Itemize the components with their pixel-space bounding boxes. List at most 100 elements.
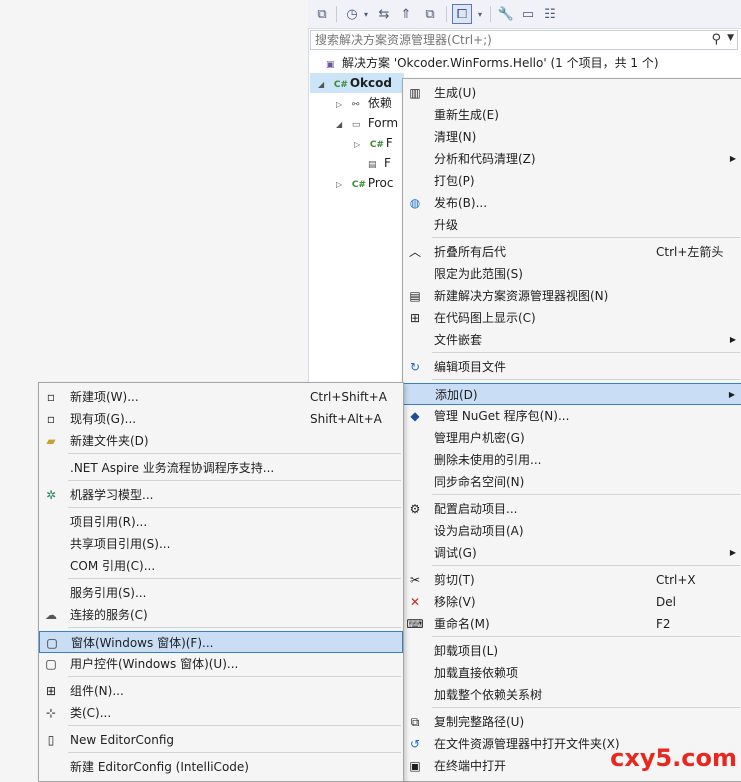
filter-icon[interactable]: ⧠ xyxy=(452,4,472,24)
collapsed-arrow-icon[interactable]: ▷ xyxy=(336,175,348,195)
menu-item[interactable]: ︿ 折叠所有后代 Ctrl+左箭头 xyxy=(403,241,741,263)
menu-item[interactable]: COM 引用(C)... xyxy=(39,555,403,577)
new-folder-icon: ▰ xyxy=(46,434,56,448)
menu-item[interactable]: .NET Aspire 业务流程协调程序支持... xyxy=(39,457,403,479)
dropdown-icon[interactable]: ▾ xyxy=(360,4,372,24)
menu-item-label: 管理 NuGet 程序包(N)... xyxy=(434,409,570,423)
tree-item-form-file[interactable]: ▷ C# F xyxy=(354,133,393,153)
menu-item[interactable]: ▢ 用户控件(Windows 窗体)(U)... xyxy=(39,653,403,675)
collapsed-arrow-icon[interactable]: ▷ xyxy=(336,95,348,115)
menu-item[interactable]: ▤ 新建解决方案资源管理器视图(N) xyxy=(403,285,741,307)
menu-item-label: New EditorConfig xyxy=(70,733,175,747)
menu-item-label: 新建项(W)... xyxy=(70,390,139,404)
menu-item[interactable]: 项目引用(R)... xyxy=(39,511,403,533)
menu-item[interactable]: 加载整个依赖关系树 xyxy=(403,684,741,706)
menu-item-label: 打包(P) xyxy=(434,174,475,188)
expanded-arrow-icon[interactable]: ◢ xyxy=(318,75,330,95)
menu-item[interactable]: 新建 EditorConfig (IntelliCode) xyxy=(39,756,403,778)
toolbar-separator xyxy=(336,6,337,22)
menu-item[interactable]: 添加(D) ▶ xyxy=(403,383,741,405)
class-view-icon[interactable]: ☷ xyxy=(540,4,560,24)
menu-item[interactable]: ▰ 新建文件夹(D) xyxy=(39,430,403,452)
rename-icon: ⌨ xyxy=(406,617,424,631)
csharp-file-icon: C# xyxy=(369,140,384,150)
menu-item[interactable]: 删除未使用的引用... xyxy=(403,449,741,471)
new-item-icon: ▫ xyxy=(46,390,56,404)
menu-item[interactable]: 同步命名空间(N) xyxy=(403,471,741,493)
csharp-project-icon: C# xyxy=(333,80,348,90)
menu-item[interactable]: ▥ 生成(U) xyxy=(403,82,741,104)
menu-item-label: 管理用户机密(G) xyxy=(434,431,525,445)
dropdown-icon[interactable]: ▾ xyxy=(474,4,486,24)
menu-item[interactable]: 共享项目引用(S)... xyxy=(39,533,403,555)
menu-separator xyxy=(68,725,401,726)
menu-item[interactable]: ✂ 剪切(T) Ctrl+X xyxy=(403,569,741,591)
nuget-icon: ◆ xyxy=(410,409,420,423)
menu-separator xyxy=(432,636,740,637)
expanded-arrow-icon[interactable]: ◢ xyxy=(336,115,348,135)
menu-item-label: 清理(N) xyxy=(434,130,477,144)
menu-separator xyxy=(68,453,401,454)
menu-item[interactable]: 清理(N) xyxy=(403,126,741,148)
menu-item[interactable]: 卸载项目(L) xyxy=(403,640,741,662)
menu-item-label: 添加(D) xyxy=(435,388,478,402)
menu-item[interactable]: 升级 xyxy=(403,214,741,236)
menu-item[interactable]: ✕ 移除(V) Del xyxy=(403,591,741,613)
menu-item[interactable]: ☁ 连接的服务(C) xyxy=(39,604,403,626)
menu-item-label: 生成(U) xyxy=(434,86,477,100)
menu-item[interactable]: ⊞ 在代码图上显示(C) xyxy=(403,307,741,329)
menu-item[interactable]: ▢ 窗体(Windows 窗体)(F)... xyxy=(39,631,403,653)
tree-item-forms[interactable]: ◢ ▭ Form xyxy=(336,113,398,133)
menu-item[interactable]: ▫ 现有项(G)... Shift+Alt+A xyxy=(39,408,403,430)
copy-icon[interactable]: ⧉ xyxy=(420,4,440,24)
collapsed-arrow-icon[interactable]: ▷ xyxy=(354,135,366,155)
menu-item[interactable]: 设为启动项目(A) xyxy=(403,520,741,542)
search-icon[interactable]: ⚲ xyxy=(711,32,721,47)
history-icon[interactable]: ◷ xyxy=(342,4,362,24)
menu-separator xyxy=(68,627,401,628)
menu-item[interactable]: 打包(P) xyxy=(403,170,741,192)
search-input[interactable] xyxy=(311,31,699,49)
sync-icon[interactable]: ⇆ xyxy=(374,4,394,24)
search-box[interactable]: ⚲ ▼ xyxy=(310,30,738,50)
menu-item[interactable]: ⊹ 类(C)... xyxy=(39,702,403,724)
tree-item-program[interactable]: ▷ C# Proc xyxy=(336,173,393,193)
chevron-down-icon[interactable]: ▼ xyxy=(727,33,734,43)
menu-item[interactable]: ▫ 新建项(W)... Ctrl+Shift+A xyxy=(39,386,403,408)
menu-item[interactable]: 重新生成(E) xyxy=(403,104,741,126)
menu-item[interactable]: 服务引用(S)... xyxy=(39,582,403,604)
menu-item[interactable]: ◍ 发布(B)... xyxy=(403,192,741,214)
menu-item[interactable]: ⌨ 重命名(M) F2 xyxy=(403,613,741,635)
menu-item[interactable]: ✲ 机器学习模型... xyxy=(39,484,403,506)
wrench-icon[interactable]: 🔧 xyxy=(496,4,516,24)
menu-item-label: 服务引用(S)... xyxy=(70,586,147,600)
solution-node[interactable]: ▣ 解决方案 'Okcoder.WinForms.Hello' (1 个项目，共 … xyxy=(326,53,659,73)
collapse-icon[interactable]: ⇑ xyxy=(396,4,416,24)
menu-item[interactable]: ⊞ 组件(N)... xyxy=(39,680,403,702)
menu-item[interactable]: ⧉ 复制完整路径(U) xyxy=(403,711,741,733)
dependencies-icon: ⚯ xyxy=(351,100,360,110)
project-node[interactable]: ◢ C# Okcod xyxy=(310,73,404,93)
toolbar-separator xyxy=(446,6,447,22)
menu-item[interactable]: ⚙ 配置启动项目... xyxy=(403,498,741,520)
tree-item-dependencies[interactable]: ▷ ⚯ 依赖 xyxy=(336,93,392,113)
vs-icon[interactable]: ⧉ xyxy=(312,4,332,24)
menu-item[interactable]: 调试(G) ▶ xyxy=(403,542,741,564)
menu-item[interactable]: ↻ 编辑项目文件 xyxy=(403,356,741,378)
menu-item[interactable]: ▯ New EditorConfig xyxy=(39,729,403,751)
menu-item[interactable]: ◆ 管理 NuGet 程序包(N)... xyxy=(403,405,741,427)
menu-item-label: 新建 EditorConfig (IntelliCode) xyxy=(70,760,249,774)
menu-item[interactable]: 分析和代码清理(Z) ▶ xyxy=(403,148,741,170)
menu-item[interactable]: 文件嵌套 ▶ xyxy=(403,329,741,351)
minus-icon[interactable]: ▭ xyxy=(518,4,538,24)
menu-item[interactable]: 限定为此范围(S) xyxy=(403,263,741,285)
menu-item-label: 共享项目引用(S)... xyxy=(70,537,171,551)
menu-item[interactable]: 加载直接依赖项 xyxy=(403,662,741,684)
menu-item[interactable]: 管理用户机密(G) xyxy=(403,427,741,449)
csharp-file-icon: C# xyxy=(351,180,366,190)
gear-icon: ⚙ xyxy=(409,502,421,516)
menu-item-label: 文件嵌套 xyxy=(434,333,483,347)
menu-item-label: 类(C)... xyxy=(70,706,112,720)
build-icon: ▥ xyxy=(409,86,421,100)
tree-item-form-resource[interactable]: ▤ F xyxy=(368,153,391,173)
